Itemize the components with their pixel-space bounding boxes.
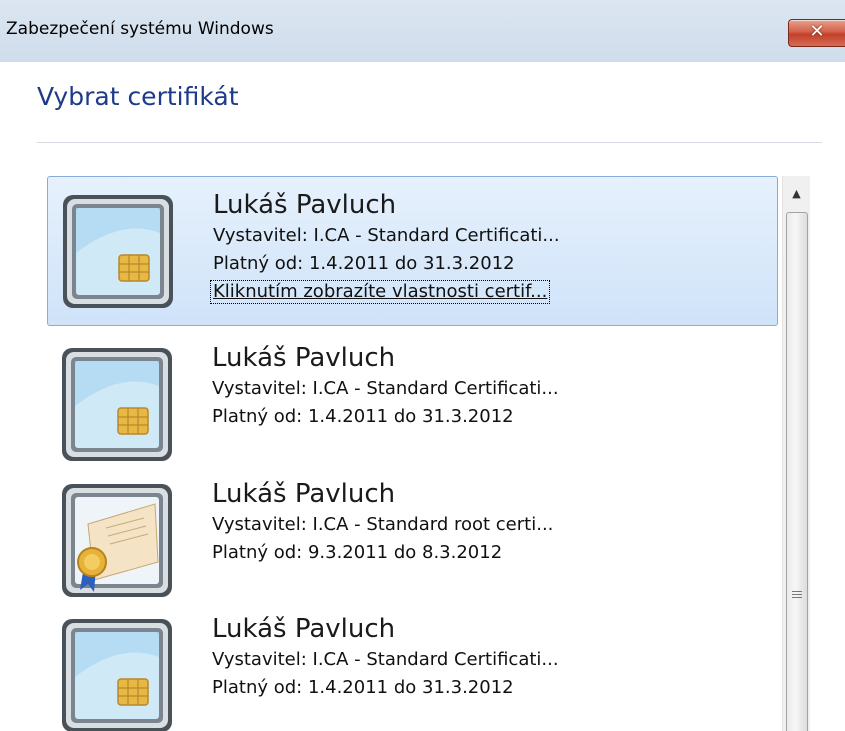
smart-card-icon [62,619,172,731]
certificate-item[interactable]: Lukáš Pavluch Vystavitel: I.CA - Standar… [47,466,778,616]
title-bar: Zabezpečení systému Windows ✕ [0,0,845,62]
dialog-heading: Vybrat certifikát [37,82,239,111]
vertical-scrollbar[interactable]: ▲ [782,176,810,731]
certificate-issuer: Vystavitel: I.CA - Standard Certificati.… [212,649,559,670]
certificate-name: Lukáš Pavluch [213,190,397,220]
certificate-name: Lukáš Pavluch [212,479,396,509]
view-properties-link[interactable]: Kliknutím zobrazíte vlastnosti certif... [210,280,551,304]
smart-card-icon [63,195,173,308]
scrollbar-thumb[interactable] [786,212,808,731]
scroll-up-button[interactable]: ▲ [785,178,808,208]
certificate-issuer: Vystavitel: I.CA - Standard Certificati.… [213,225,560,246]
certificate-validity: Platný od: 1.4.2011 do 31.3.2012 [212,677,514,698]
certificate-list: Lukáš Pavluch Vystavitel: I.CA - Standar… [47,176,780,731]
smart-card-icon [62,348,172,461]
certificate-validity: Platný od: 1.4.2011 do 31.3.2012 [213,253,515,274]
certificate-validity: Platný od: 1.4.2011 do 31.3.2012 [212,406,514,427]
certificate-validity: Platný od: 9.3.2011 do 8.3.2012 [212,542,503,563]
certificate-name: Lukáš Pavluch [212,614,396,644]
close-button[interactable]: ✕ [788,19,845,47]
grip-icon [792,591,802,592]
certificate-item[interactable]: Lukáš Pavluch Vystavitel: I.CA - Standar… [47,176,778,326]
arrow-up-icon: ▲ [792,186,801,200]
separator [37,142,822,143]
certificate-item[interactable]: Lukáš Pavluch Vystavitel: I.CA - Standar… [47,601,778,731]
window-title: Zabezpečení systému Windows [6,19,274,39]
certificate-issuer: Vystavitel: I.CA - Standard root certi..… [212,514,554,535]
certificate-item[interactable]: Lukáš Pavluch Vystavitel: I.CA - Standar… [47,330,778,480]
certificate-name: Lukáš Pavluch [212,343,396,373]
certificate-issuer: Vystavitel: I.CA - Standard Certificati.… [212,378,559,399]
close-icon: ✕ [809,21,825,42]
certificate-icon [62,484,172,597]
